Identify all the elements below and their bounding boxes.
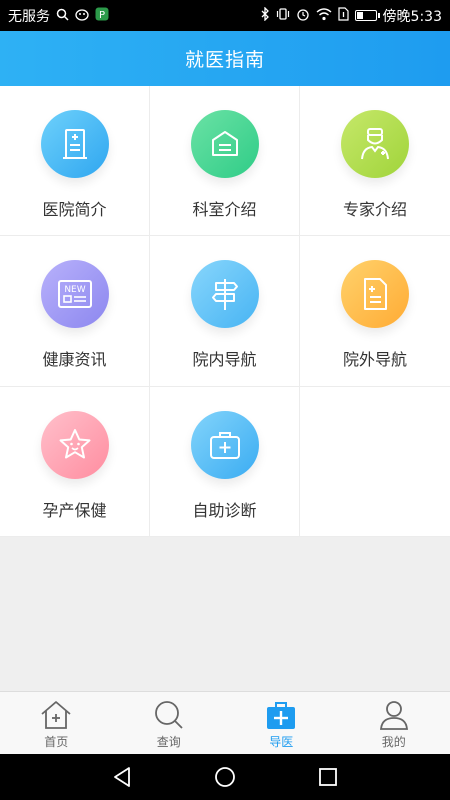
carrier-text: 无服务 [8, 8, 50, 25]
battery-icon [354, 10, 380, 21]
grid-item-department-intro[interactable]: 科室介绍 [150, 86, 300, 236]
grid-item-label: 院外导航 [342, 350, 407, 369]
status-right: 傍晚5:33 [260, 6, 442, 26]
svg-text:P: P [99, 10, 105, 21]
recents-square-icon [319, 768, 338, 786]
search-icon [154, 701, 183, 729]
grid-item-label: 医院简介 [42, 200, 107, 219]
sim-icon [337, 7, 349, 24]
tab-label: 首页 [44, 735, 69, 749]
medical-kit-icon [190, 411, 259, 479]
parking-status-icon: P [95, 7, 109, 24]
news-badge-text: NEW [64, 285, 85, 295]
grid-item-label: 孕产保健 [42, 501, 107, 520]
recents-button[interactable] [313, 762, 343, 792]
grid-item-label: 院内导航 [192, 350, 257, 369]
tab-label: 查询 [156, 735, 181, 749]
department-box-icon [190, 110, 259, 178]
back-triangle-icon [113, 767, 130, 787]
status-bar: 无服务 P 傍晚5:33 [0, 0, 450, 31]
grid-item-self-diagnosis[interactable]: 自助诊断 [150, 387, 300, 537]
grid-item-label: 专家介绍 [342, 200, 407, 219]
vibrate-icon [276, 7, 290, 24]
page-title: 就医指南 [184, 49, 265, 71]
doctor-icon [341, 110, 409, 178]
bluetooth-icon [260, 6, 270, 24]
grid-item-outdoor-navigation[interactable]: 院外导航 [300, 236, 450, 387]
tab-profile[interactable]: 我的 [338, 692, 450, 754]
grid-item-label: 健康资讯 [42, 350, 107, 369]
tab-label: 我的 [381, 735, 406, 749]
grid-empty-cell [300, 387, 450, 537]
news-icon: NEW [40, 260, 109, 328]
grid-item-label: 自助诊断 [192, 501, 257, 520]
tab-guide[interactable]: 导医 [225, 692, 338, 754]
user-icon [379, 701, 408, 730]
bottom-tab-bar: 首页 查询 导医 我的 [0, 691, 450, 754]
tab-label: 导医 [269, 735, 294, 749]
home-circle-icon [215, 767, 235, 787]
header-bar: 就医指南 [0, 31, 450, 86]
system-nav-bar [0, 754, 450, 800]
search-status-icon [56, 8, 69, 24]
back-button[interactable] [107, 762, 137, 792]
signpost-icon [190, 260, 259, 328]
guide-grid: 医院简介 科室介绍 专家介绍 NEW 健康资讯 院内导航 院外导航 孕产保健 自… [0, 86, 450, 537]
medical-kit-icon [267, 702, 296, 729]
wifi-icon [316, 7, 332, 24]
grid-item-maternity-care[interactable]: 孕产保健 [0, 387, 150, 537]
status-left: 无服务 P [8, 6, 109, 26]
app-status-icon [75, 8, 89, 24]
tab-home[interactable]: 首页 [0, 692, 113, 754]
grid-item-hospital-intro[interactable]: 医院简介 [0, 86, 150, 236]
grid-item-health-news[interactable]: NEW 健康资讯 [0, 236, 150, 387]
hospital-building-icon [40, 110, 109, 178]
home-button[interactable] [210, 762, 240, 792]
document-icon [341, 260, 409, 328]
grid-item-expert-intro[interactable]: 专家介绍 [300, 86, 450, 236]
alarm-icon [296, 7, 310, 24]
star-face-icon [40, 411, 109, 479]
grid-item-label: 科室介绍 [192, 200, 257, 219]
tab-search[interactable]: 查询 [113, 692, 226, 754]
grid-item-indoor-navigation[interactable]: 院内导航 [150, 236, 300, 387]
home-icon [41, 701, 71, 729]
clock-text: 傍晚5:33 [382, 8, 442, 25]
